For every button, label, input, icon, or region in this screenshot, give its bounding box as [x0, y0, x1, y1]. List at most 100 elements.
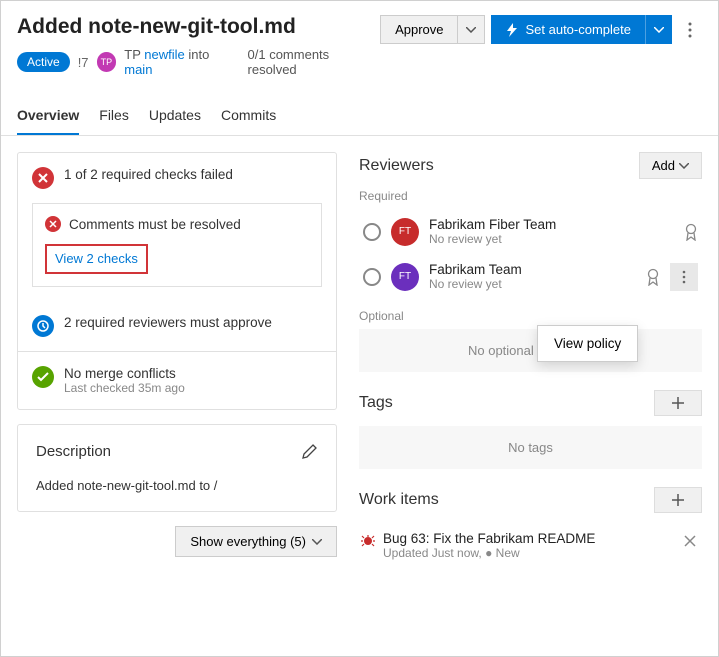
add-reviewer-button[interactable]: Add	[639, 152, 702, 179]
view-checks-link[interactable]: View 2 checks	[55, 251, 138, 266]
view-policy-popover[interactable]: View policy	[537, 325, 638, 362]
work-item-meta: Updated Just now, ● New	[383, 546, 672, 560]
author-label: TP newfile into main	[124, 47, 239, 77]
tags-title: Tags	[359, 394, 393, 412]
title-area: Added note-new-git-tool.md Active !7 TP …	[17, 15, 380, 77]
optional-label: Optional	[359, 309, 702, 323]
chevron-down-icon	[466, 27, 476, 33]
view-checks-highlight: View 2 checks	[45, 244, 148, 274]
left-column: 1 of 2 required checks failed Comments m…	[17, 152, 337, 586]
header-actions: Approve Set auto-complete	[380, 15, 702, 45]
work-item-info: Bug 63: Fix the Fabrikam README Updated …	[383, 531, 672, 560]
chevron-down-icon	[312, 539, 322, 545]
show-everything-row: Show everything (5)	[17, 526, 337, 557]
reviewer-vote-indicator	[363, 268, 381, 286]
work-items-title: Work items	[359, 491, 439, 509]
source-branch-link[interactable]: newfile	[144, 47, 184, 62]
no-merge-conflicts-row: No merge conflicts Last checked 35m ago	[18, 351, 336, 409]
approve-dropdown-button[interactable]	[458, 15, 485, 44]
status-badge: Active	[17, 52, 70, 72]
clock-icon	[32, 315, 54, 337]
description-heading: Description	[36, 443, 111, 460]
reviewer-info: Fabrikam Fiber Team No review yet	[429, 217, 674, 246]
autocomplete-label: Set auto-complete	[525, 22, 631, 37]
right-column: Reviewers Add Required FT Fabrikam Fiber…	[359, 152, 702, 586]
pencil-icon	[302, 444, 318, 460]
approve-button[interactable]: Approve	[380, 15, 458, 44]
error-icon	[32, 167, 54, 189]
edit-description-button[interactable]	[302, 444, 318, 460]
reviewer-avatar[interactable]: FT	[391, 218, 419, 246]
reviewers-section: Reviewers Add Required FT Fabrikam Fiber…	[359, 152, 702, 372]
no-merge-sub: Last checked 35m ago	[64, 381, 185, 395]
bug-icon	[361, 533, 375, 547]
checks-failed-text: 1 of 2 required checks failed	[64, 167, 233, 182]
tab-files[interactable]: Files	[99, 101, 129, 135]
reviewer-avatar[interactable]: FT	[391, 263, 419, 291]
author-avatar[interactable]: TP	[97, 52, 117, 72]
add-reviewer-label: Add	[652, 158, 675, 173]
description-card: Description Added note-new-git-tool.md t…	[17, 424, 337, 512]
author-name: TP	[124, 47, 140, 62]
reviewers-required-row: 2 required reviewers must approve	[18, 301, 336, 351]
chevron-down-icon	[654, 27, 664, 33]
reviewer-status: No review yet	[429, 232, 674, 246]
reviewer-row: FT Fabrikam Fiber Team No review yet	[359, 209, 702, 254]
pr-number: !7	[78, 55, 89, 70]
close-icon	[684, 535, 696, 547]
description-header: Description	[36, 443, 318, 460]
page-header: Added note-new-git-tool.md Active !7 TP …	[1, 1, 718, 85]
more-actions-button[interactable]	[678, 15, 702, 45]
into-word: into	[188, 47, 209, 62]
show-everything-label: Show everything (5)	[190, 534, 306, 549]
meta-row: Active !7 TP TP newfile into main 0/1 co…	[17, 47, 380, 77]
reviewers-header: Reviewers Add	[359, 152, 702, 179]
checks-card: 1 of 2 required checks failed Comments m…	[17, 152, 337, 410]
reviewers-title: Reviewers	[359, 157, 434, 175]
autocomplete-button[interactable]: Set auto-complete	[491, 15, 645, 44]
page-title: Added note-new-git-tool.md	[17, 15, 380, 39]
comments-must-text: Comments must be resolved	[69, 217, 241, 232]
description-body: Added note-new-git-tool.md to /	[36, 478, 318, 493]
work-items-header: Work items	[359, 487, 702, 513]
error-icon	[45, 216, 61, 232]
checks-inner-box: Comments must be resolved View 2 checks	[32, 203, 322, 287]
view-policy-item[interactable]: View policy	[554, 336, 621, 351]
checks-failed-row: 1 of 2 required checks failed	[18, 153, 336, 203]
tabs: Overview Files Updates Commits	[1, 85, 718, 136]
comments-status: 0/1 comments resolved	[248, 47, 381, 77]
work-item-title[interactable]: Bug 63: Fix the Fabrikam README	[383, 531, 672, 546]
no-merge-text: No merge conflicts	[64, 366, 185, 381]
add-work-item-button[interactable]	[654, 487, 702, 513]
plus-icon	[671, 493, 685, 507]
tab-overview[interactable]: Overview	[17, 101, 79, 135]
work-items-section: Work items Bug 63: Fix the Fabrikam READ…	[359, 487, 702, 568]
reviewer-name[interactable]: Fabrikam Fiber Team	[429, 217, 674, 232]
reviewer-info: Fabrikam Team No review yet	[429, 262, 636, 291]
tab-commits[interactable]: Commits	[221, 101, 276, 135]
add-tag-button[interactable]	[654, 390, 702, 416]
autocomplete-dropdown-button[interactable]	[645, 15, 672, 44]
required-label: Required	[359, 189, 702, 203]
reviewer-vote-indicator	[363, 223, 381, 241]
target-branch-link[interactable]: main	[124, 62, 152, 77]
tags-section: Tags No tags	[359, 390, 702, 469]
plus-icon	[671, 396, 685, 410]
tags-header: Tags	[359, 390, 702, 416]
tab-updates[interactable]: Updates	[149, 101, 201, 135]
comments-must-row: Comments must be resolved	[45, 216, 309, 232]
check-icon	[32, 366, 54, 388]
reviewer-name[interactable]: Fabrikam Team	[429, 262, 636, 277]
no-optional-reviewers: No optional reviewers	[359, 329, 702, 372]
remove-work-item-button[interactable]	[680, 531, 700, 551]
reviewer-row: FT Fabrikam Team No review yet	[359, 254, 702, 299]
show-everything-button[interactable]: Show everything (5)	[175, 526, 337, 557]
work-item-row[interactable]: Bug 63: Fix the Fabrikam README Updated …	[359, 523, 702, 568]
vertical-dots-icon	[688, 22, 692, 38]
reviewers-required-text: 2 required reviewers must approve	[64, 315, 272, 330]
reviewer-status: No review yet	[429, 277, 636, 291]
ribbon-icon	[646, 268, 660, 286]
lightning-icon	[505, 23, 519, 37]
reviewer-more-button[interactable]	[670, 263, 698, 291]
vertical-dots-icon	[682, 270, 686, 284]
